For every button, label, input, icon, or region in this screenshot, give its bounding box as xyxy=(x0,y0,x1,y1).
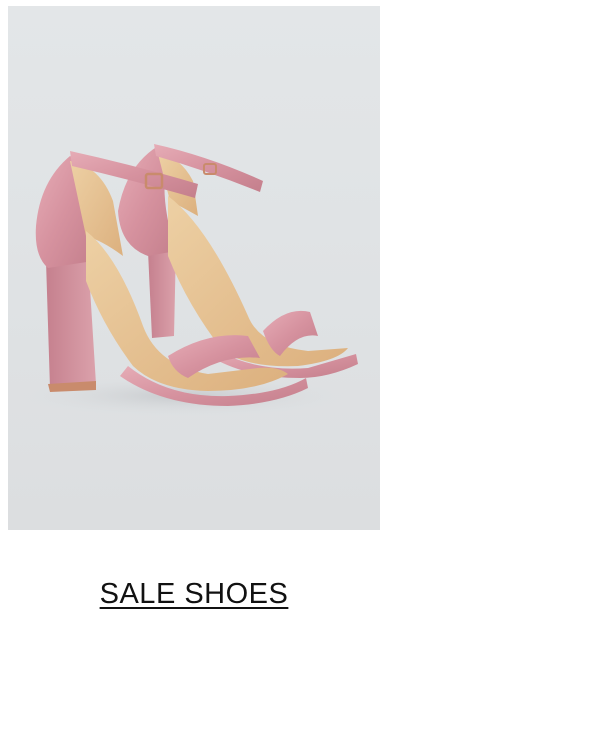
product-image[interactable] xyxy=(8,6,380,530)
caption: SALE SHOES xyxy=(8,574,380,614)
sale-shoes-card[interactable]: SALE SHOES xyxy=(8,6,380,610)
page: SALE SHOES xyxy=(0,0,600,750)
heels-illustration xyxy=(8,144,358,418)
sale-shoes-link[interactable]: SALE SHOES xyxy=(100,574,289,614)
